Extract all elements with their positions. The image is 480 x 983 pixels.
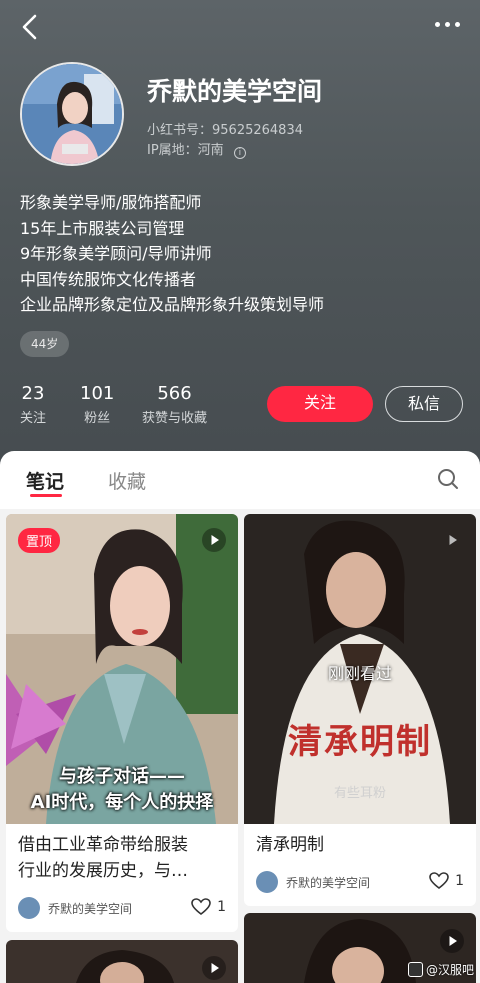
- author-name: 乔默的美学空间: [286, 875, 371, 890]
- search-button[interactable]: [436, 467, 460, 491]
- like-button[interactable]: 1: [191, 898, 226, 916]
- bio-line: 9年形象美学顾问/导师讲师: [20, 244, 212, 264]
- tab-collections[interactable]: 收藏: [108, 467, 146, 494]
- avatar-photo: [22, 64, 122, 164]
- tab-notes[interactable]: 笔记: [26, 467, 64, 494]
- profile-nickname: 乔默的美学空间: [147, 77, 323, 106]
- xhs-id: 小红书号：95625264834: [147, 123, 303, 138]
- profile-header: 乔默的美学空间 小红书号：95625264834 IP属地：河南 i 形象美学导…: [0, 0, 480, 470]
- note-card[interactable]: [6, 940, 238, 983]
- search-icon: [438, 469, 458, 489]
- message-button[interactable]: 私信: [385, 386, 463, 422]
- like-count: 1: [455, 873, 464, 889]
- bio: 形象美学导师/服饰搭配师 15年上市服装公司管理 9年形象美学顾问/导师讲师 中…: [20, 190, 460, 318]
- bio-line: 企业品牌形象定位及品牌形象升级策划导师: [20, 295, 325, 315]
- age-tag: 44岁: [20, 331, 70, 357]
- stat-likes-label: 获赞与收藏: [142, 411, 208, 426]
- heart-icon: [191, 898, 211, 916]
- avatar[interactable]: [20, 62, 124, 166]
- follow-button[interactable]: 关注: [267, 386, 373, 422]
- stat-following-count: 23: [21, 383, 45, 404]
- cover-subtitle: 有些耳粉: [333, 786, 386, 801]
- watermark-logo-icon: [407, 962, 423, 977]
- cover-caption: 与孩子对话—— AI时代，每个人的抉择: [6, 764, 238, 816]
- more-icon: [434, 21, 460, 27]
- ip-location: IP属地：河南 i: [147, 139, 246, 159]
- play-icon: [202, 956, 226, 980]
- stat-followers[interactable]: 101 粉丝: [80, 383, 114, 426]
- note-cover: 置顶 与孩子对话—— AI时代，每个人的抉择: [6, 514, 238, 824]
- watermark: @汉服吧: [407, 961, 474, 978]
- like-count: 1: [217, 899, 226, 915]
- pinned-badge: 置顶: [18, 528, 61, 553]
- cover-caption-line: 与孩子对话——: [59, 766, 185, 787]
- ip-location-text: IP属地：河南: [147, 143, 224, 158]
- note-title: 清承明制: [256, 835, 324, 855]
- stat-following[interactable]: 23 关注: [20, 383, 46, 426]
- recently-viewed-label: 刚刚看过: [327, 664, 392, 683]
- note-title: 借由工业革命带给服装 行业的发展历史，与…: [18, 832, 188, 884]
- note-cover: 刚刚看过 清承明制 有些耳粉: [244, 514, 476, 824]
- active-tab-indicator: [30, 494, 62, 497]
- note-title-line: 行业的发展历史，与…: [18, 861, 188, 881]
- author-avatar: [18, 897, 40, 919]
- cover-caption-line: AI时代，每个人的抉择: [30, 792, 214, 813]
- play-icon: [440, 929, 464, 953]
- back-button[interactable]: [14, 10, 48, 44]
- stat-followers-count: 101: [80, 383, 115, 404]
- note-title-line: 借由工业革命带给服装: [18, 835, 188, 855]
- note-card[interactable]: 置顶 与孩子对话—— AI时代，每个人的抉择 借由工业革命带给服装 行业的发展历…: [6, 514, 238, 932]
- author-name: 乔默的美学空间: [48, 901, 133, 916]
- more-button[interactable]: [430, 10, 464, 38]
- stat-followers-label: 粉丝: [84, 411, 111, 426]
- play-icon: [202, 528, 226, 552]
- like-button[interactable]: 1: [429, 872, 464, 890]
- bio-line: 形象美学导师/服饰搭配师: [20, 193, 202, 212]
- info-icon[interactable]: i: [233, 147, 246, 159]
- stat-likes-count: 566: [157, 383, 192, 404]
- tabs-bar: 笔记 收藏: [0, 451, 480, 509]
- back-icon: [22, 14, 37, 40]
- watermark-text: @汉服吧: [425, 963, 474, 977]
- note-author[interactable]: 乔默的美学空间: [18, 897, 132, 919]
- play-icon: [440, 528, 464, 552]
- stat-following-label: 关注: [20, 411, 47, 426]
- bio-line: 中国传统服饰文化传播者: [20, 269, 197, 289]
- note-card[interactable]: 刚刚看过 清承明制 有些耳粉 清承明制 乔默的美学空间 1: [244, 514, 476, 906]
- heart-icon: [429, 872, 449, 890]
- cover-title: 清承明制: [288, 722, 432, 762]
- author-avatar: [256, 871, 278, 893]
- note-author[interactable]: 乔默的美学空间: [256, 871, 370, 893]
- bio-line: 15年上市服装公司管理: [20, 218, 185, 238]
- stat-likes-collects[interactable]: 566 获赞与收藏: [142, 383, 207, 426]
